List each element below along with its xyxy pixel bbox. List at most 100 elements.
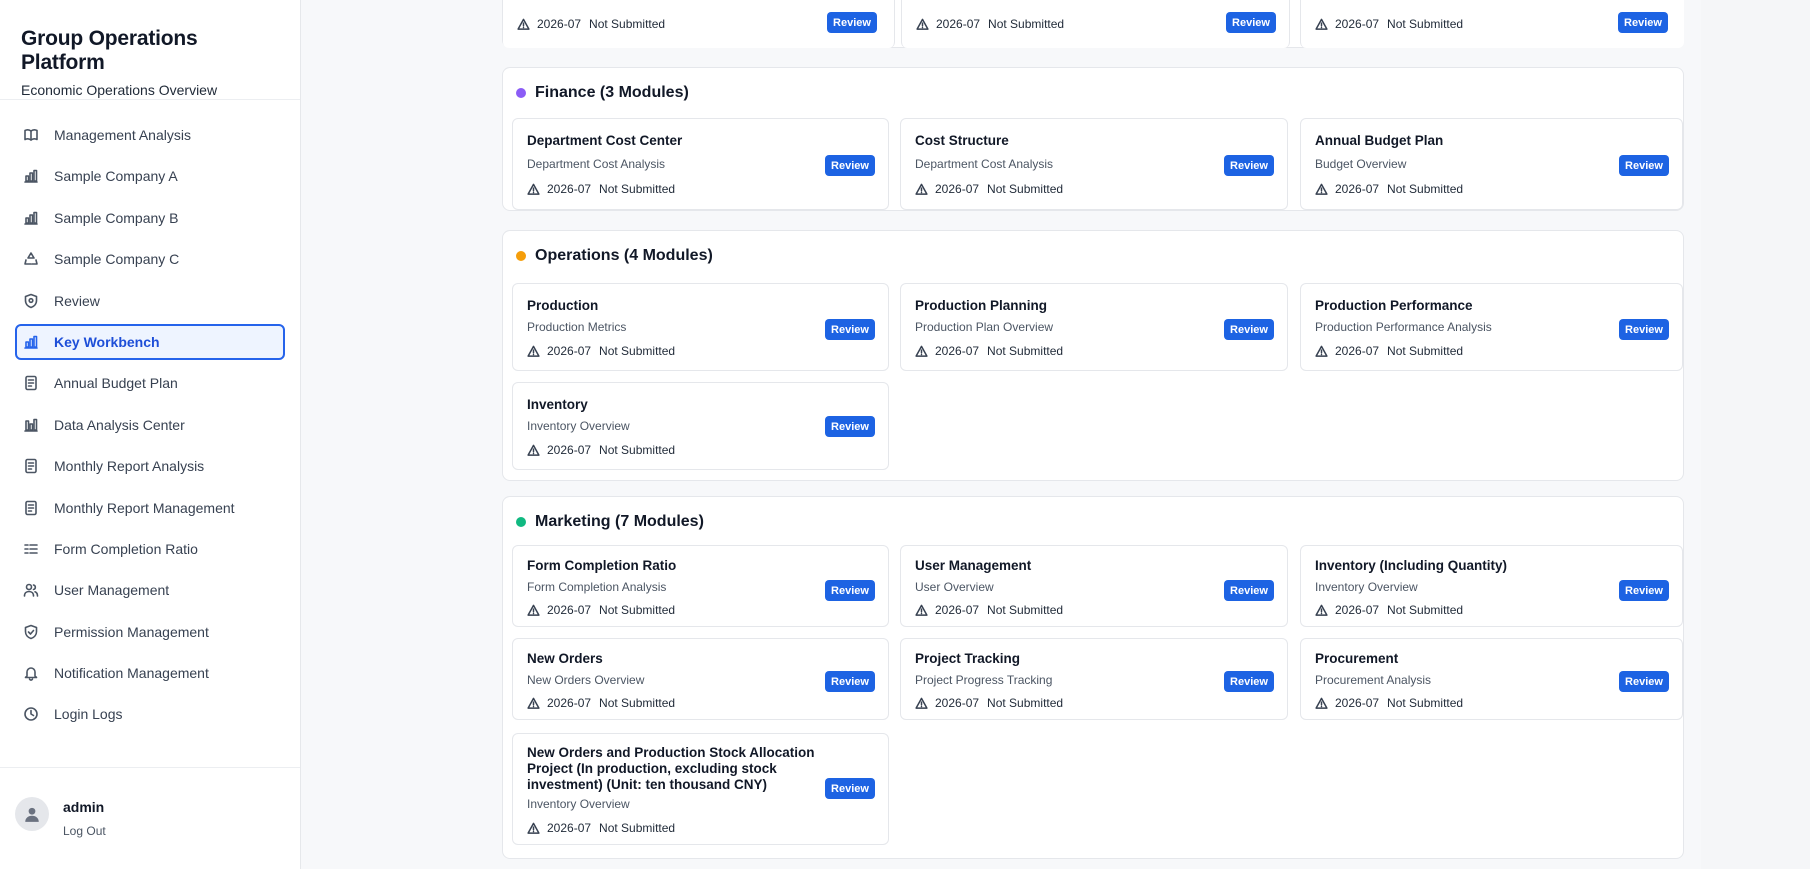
document-icon [23,500,39,516]
module-card-production-planning[interactable]: Production Planning Production Plan Over… [900,283,1288,371]
sidebar-item-monthly-report-management[interactable]: Monthly Report Management [15,490,285,526]
review-button[interactable]: Review [1619,580,1669,601]
sidebar-item-login-logs[interactable]: Login Logs [15,696,285,732]
card-period: 2026-07 [547,603,592,617]
card-period: 2026-07 [1335,344,1380,358]
warning-icon [527,183,540,196]
card-meta: 2026-07 Not Submitted [527,603,675,617]
document-icon [23,375,39,391]
card-title: Production Planning [915,298,1047,313]
card-subtitle: Department Cost Analysis [527,157,666,171]
card-period: 2026-07 [935,696,980,710]
section-title: Marketing (7 Modules) [535,513,704,530]
module-card-department-cost-center[interactable]: Department Cost Center Department Cost A… [512,118,889,210]
module-card-project-tracking[interactable]: Project Tracking Project Progress Tracki… [900,638,1288,720]
sidebar-item-data-analysis-center[interactable]: Data Analysis Center [15,407,285,443]
sidebar-item-sample-company-a[interactable]: Sample Company A [15,158,285,194]
review-button[interactable]: Review [825,416,875,437]
review-button[interactable]: Review [1619,155,1669,176]
card-meta: 2026-07 Not Submitted [1315,603,1463,617]
review-button[interactable]: Review [825,319,875,340]
card-period: 2026-07 [547,182,592,196]
card-period: 2026-07 [935,344,980,358]
sidebar-item-key-workbench[interactable]: Key Workbench [15,323,285,360]
sidebar-item-label: User Management [54,582,170,599]
sidebar-item-label: Sample Company C [54,251,180,268]
section-dot [516,88,526,98]
sidebar-item-form-completion-ratio[interactable]: Form Completion Ratio [15,531,285,567]
review-button[interactable]: Review [825,155,875,176]
user-block: admin Log Out [0,767,300,869]
app-subtitle: Economic Operations Overview [21,82,218,98]
sidebar-item-label: Monthly Report Management [54,499,235,516]
sidebar-item-annual-budget-plan[interactable]: Annual Budget Plan [15,365,285,401]
clock-icon [23,706,39,722]
card-subtitle: Form Completion Analysis [527,580,667,594]
sidebar-item-monthly-report-analysis[interactable]: Monthly Report Analysis [15,448,285,484]
warning-icon [527,697,540,710]
section-header: Marketing (7 Modules) [516,513,704,531]
card-meta: 2026-07 Not Submitted [915,696,1063,710]
avatar[interactable] [15,796,49,831]
card-period: 2026-07 [1335,603,1380,617]
sidebar-item-sample-company-c[interactable]: Sample Company C [15,241,285,277]
card-title: Production Performance [1315,298,1473,313]
section-finance: Finance (3 Modules) Department Cost Cent… [502,67,1684,211]
review-button[interactable]: Review [1224,319,1274,340]
module-card-form-completion-ratio[interactable]: Form Completion Ratio Form Completion An… [512,545,889,627]
card-period: 2026-07 [935,182,980,196]
warning-icon [916,18,929,31]
warning-icon [527,345,540,358]
review-button[interactable]: Review [1619,319,1669,340]
warning-icon [1315,345,1328,358]
review-button[interactable]: Review [825,778,875,799]
module-card-user-management[interactable]: User Management User Overview 2026-07 No… [900,545,1288,627]
card-meta: 2026-07 Not Submitted [1315,696,1463,710]
module-card-production[interactable]: Production Production Metrics 2026-07 No… [512,283,889,371]
sidebar-item-permission-management[interactable]: Permission Management [15,614,285,650]
card-period: 2026-07 [935,603,980,617]
shield-check-icon [23,624,39,640]
sidebar-item-management-analysis[interactable]: Management Analysis [15,117,285,153]
sidebar-item-user-management[interactable]: User Management [15,572,285,608]
card-status: Not Submitted [987,696,1064,710]
card-title: Inventory (Including Quantity) [1315,558,1507,573]
review-button[interactable]: Review [827,12,877,33]
sidebar-item-notification-management[interactable]: Notification Management [15,655,285,691]
module-card-new-orders[interactable]: New Orders New Orders Overview 2026-07 N… [512,638,889,720]
review-button[interactable]: Review [825,580,875,601]
review-button[interactable]: Review [1224,580,1274,601]
card-title: Cost Structure [915,133,1009,148]
users-icon [23,582,39,598]
module-card-production-performance[interactable]: Production Performance Production Perfor… [1300,283,1683,371]
logout-link[interactable]: Log Out [63,824,106,838]
module-card-inventory[interactable]: Inventory Inventory Overview 2026-07 Not… [512,382,889,470]
sidebar-item-label: Annual Budget Plan [54,375,178,392]
review-button[interactable]: Review [1224,155,1274,176]
card-title: New Orders [527,651,603,666]
review-button[interactable]: Review [1619,671,1669,692]
section-header: Operations (4 Modules) [516,247,713,265]
card-meta: 2026-07 Not Submitted [1315,182,1463,196]
module-card-annual-budget-plan[interactable]: Annual Budget Plan Budget Overview 2026-… [1300,118,1683,210]
warning-icon [527,604,540,617]
sidebar-item-label: Notification Management [54,665,209,682]
review-button[interactable]: Review [825,671,875,692]
sidebar-item-review[interactable]: Review [15,283,285,319]
review-button[interactable]: Review [1224,671,1274,692]
sidebar-item-sample-company-b[interactable]: Sample Company B [15,200,285,236]
module-card-procurement[interactable]: Procurement Procurement Analysis 2026-07… [1300,638,1683,720]
section-top-partial: 2026-07 Not Submitted Review 2026-07 Not… [502,0,1684,48]
review-button[interactable]: Review [1618,12,1668,33]
card-title: Production [527,298,599,313]
module-card-inventory-including-quantity[interactable]: Inventory (Including Quantity) Inventory… [1300,545,1683,627]
module-card-cost-structure[interactable]: Cost Structure Department Cost Analysis … [900,118,1288,210]
brand: Group Operations Platform Economic Opera… [0,0,300,100]
warning-icon [1315,18,1328,31]
review-button[interactable]: Review [1226,12,1276,33]
card-period: 2026-07 [1335,696,1380,710]
card-status: Not Submitted [987,182,1064,196]
sidebar-nav: Management Analysis Sample Company A Sam… [0,100,300,732]
module-card-new-orders-production-stock[interactable]: New Orders and Production Stock Allocati… [512,733,889,845]
warning-icon [517,18,530,31]
